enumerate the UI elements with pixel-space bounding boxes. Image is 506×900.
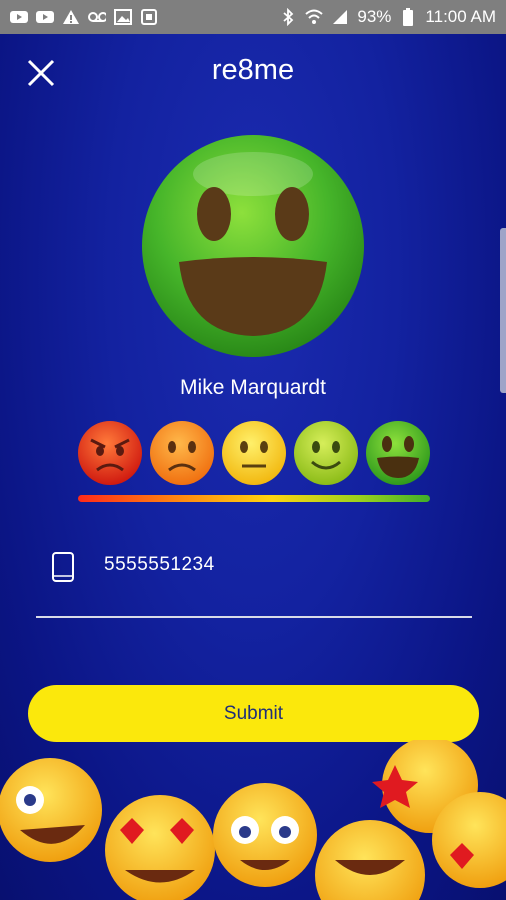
- status-bar: 93% 11:00 AM: [0, 0, 506, 34]
- wifi-icon: [305, 9, 324, 25]
- bluetooth-icon: [279, 8, 297, 26]
- signal-icon: [331, 9, 349, 25]
- neutral-face-icon[interactable]: [221, 420, 287, 486]
- clock: 11:00 AM: [425, 7, 496, 26]
- battery-level: 93%: [357, 7, 392, 26]
- youtube-icon: [36, 9, 54, 25]
- screen: 93% 11:00 AM re8me Mike Marquardt 555555…: [0, 0, 506, 900]
- rating-selector: [77, 420, 431, 490]
- emoji-decoration: [0, 737, 506, 900]
- phone-input[interactable]: 5555551234: [104, 554, 215, 576]
- sad-face-icon[interactable]: [149, 420, 215, 486]
- person-name: Mike Marquardt: [180, 376, 326, 399]
- very-angry-face-icon[interactable]: [77, 420, 143, 486]
- app-notification-icon: [140, 9, 158, 25]
- phone-field[interactable]: 5555551234: [36, 540, 472, 618]
- youtube-icon: [10, 9, 28, 25]
- rating-scale-bar: [78, 495, 430, 502]
- very-happy-face-icon[interactable]: [365, 420, 431, 486]
- scrollbar[interactable]: [500, 228, 506, 393]
- battery-icon: [399, 8, 417, 26]
- warning-icon: [62, 9, 80, 25]
- very-happy-emoji-icon: [141, 134, 365, 358]
- page-title: re8me: [211, 54, 295, 86]
- app-header: re8me: [0, 34, 506, 110]
- submit-button[interactable]: Submit: [28, 685, 479, 742]
- voicemail-icon: [88, 9, 106, 25]
- image-icon: [114, 9, 132, 25]
- happy-face-icon[interactable]: [293, 420, 359, 486]
- phone-icon: [52, 552, 74, 582]
